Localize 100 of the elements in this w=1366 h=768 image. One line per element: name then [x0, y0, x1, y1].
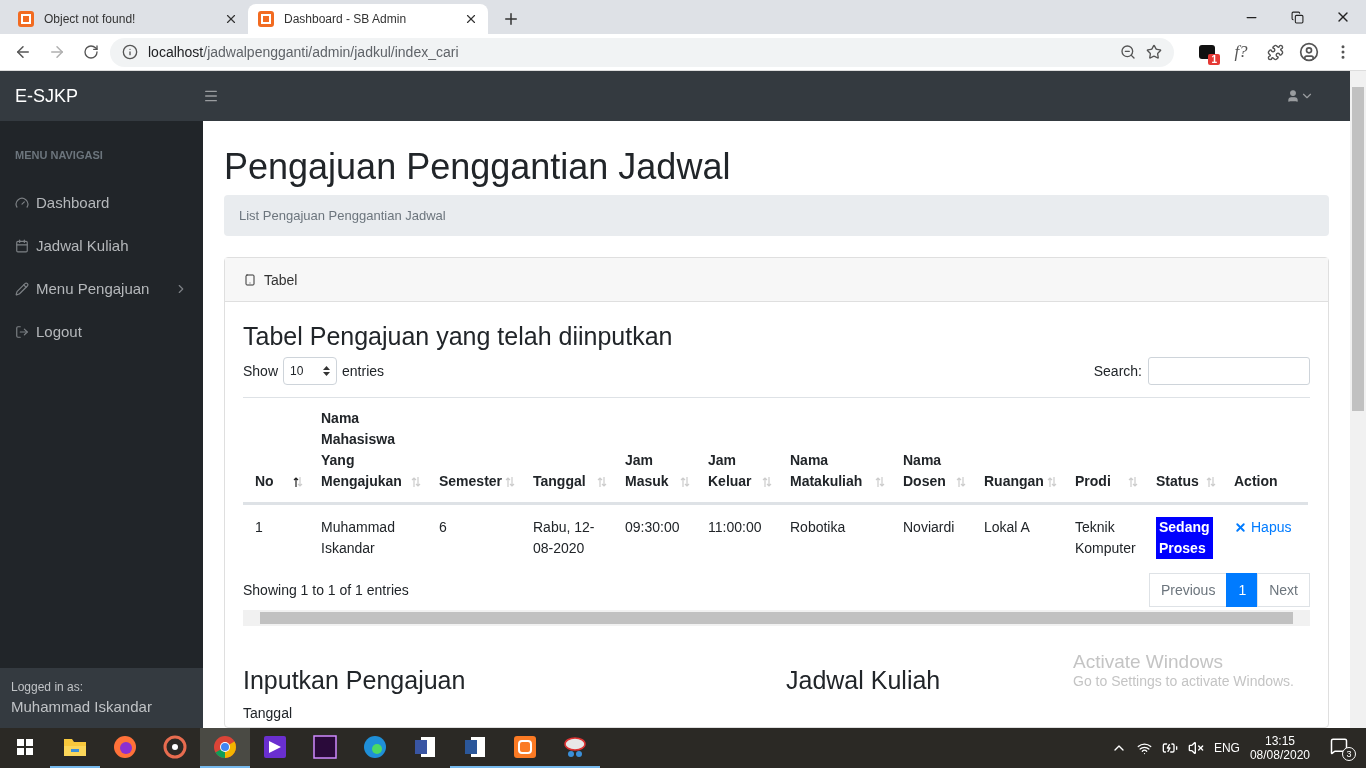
search-field[interactable]	[1148, 357, 1310, 385]
activation-title: Activate Windows	[1073, 651, 1224, 673]
column-header[interactable]: Ruangan	[972, 398, 1063, 504]
document-icon	[413, 735, 437, 759]
tablet-icon	[244, 273, 256, 286]
table-cell: 6	[427, 503, 521, 573]
column-header[interactable]: Semester	[427, 398, 521, 504]
calendar-icon	[15, 238, 29, 253]
app-icon	[263, 735, 287, 759]
app-icon	[313, 735, 337, 759]
user-name: Muhammad Iskandar	[11, 698, 153, 715]
vertical-scrollbar[interactable]	[1350, 71, 1366, 728]
page-button[interactable]: Previous	[1148, 573, 1228, 607]
sidebar-item[interactable]: Logout	[0, 310, 203, 353]
card-title: Tabel	[264, 271, 298, 288]
clock[interactable]: 13:15 08/08/2020	[1249, 734, 1310, 762]
browser-tab[interactable]: Object not found!	[8, 4, 248, 34]
sidebar-item[interactable]: Jadwal Kuliah	[0, 224, 203, 267]
table-cell: 09:30:00	[613, 503, 696, 573]
notification-button[interactable]: 3	[1330, 735, 1356, 761]
delete-link[interactable]: Hapus	[1234, 517, 1292, 538]
table-cell: Noviardi	[891, 503, 972, 573]
browser-icon	[113, 735, 137, 759]
user-menu[interactable]	[1286, 89, 1314, 103]
browser-icon	[363, 735, 387, 759]
column-header[interactable]: Nama Matakuliah	[778, 398, 891, 504]
table-cell: Teknik Komputer	[1063, 503, 1144, 573]
table-title: Tabel Pengajuan yang telah diinputkan	[243, 322, 674, 351]
field-label: Tanggal	[243, 705, 294, 721]
close-icon[interactable]	[224, 12, 238, 26]
scissors-icon	[563, 735, 587, 759]
language-indicator[interactable]: ENG	[1213, 741, 1240, 755]
restore-icon[interactable]	[1290, 10, 1304, 24]
close-icon[interactable]	[464, 12, 478, 26]
search-label: Search:	[1093, 363, 1142, 379]
column-header[interactable]: Jam Keluar	[696, 398, 778, 504]
star-icon[interactable]	[1146, 44, 1162, 60]
delete-icon	[1234, 521, 1247, 534]
extension-button[interactable]: 1	[1192, 39, 1222, 65]
sidebar-item[interactable]: Menu Pengajuan	[0, 267, 203, 310]
browser-icon	[213, 735, 237, 759]
column-header[interactable]: Nama Mahasiswa Yang Mengajukan	[309, 398, 427, 504]
section-title: Inputkan Pengajuan	[243, 666, 466, 695]
page-length-select[interactable]: 10	[283, 357, 338, 385]
page-title: Pengajuan Penggantian Jadwal	[224, 145, 732, 189]
column-header[interactable]: Status	[1144, 398, 1222, 504]
status-badge: Sedang Proses	[1156, 517, 1213, 559]
section-title: Jadwal Kuliah	[786, 666, 941, 695]
user-caption: Logged in as:	[11, 680, 85, 694]
page-button[interactable]: 1	[1226, 573, 1259, 607]
puzzle-icon[interactable]	[1266, 43, 1284, 61]
page-button[interactable]: Next	[1257, 573, 1310, 607]
column-header[interactable]: Nama Dosen	[891, 398, 972, 504]
column-header[interactable]: No	[243, 398, 309, 504]
table-cell: 11:00:00	[696, 503, 778, 573]
user-icon	[1286, 89, 1300, 103]
document-icon	[463, 735, 487, 759]
count-badge: 1	[1208, 54, 1220, 65]
mute-icon[interactable]	[1187, 740, 1204, 756]
table-cell: Lokal A	[972, 503, 1063, 573]
breadcrumb: List Pengajuan Penggantian Jadwal	[224, 195, 1329, 236]
windows-logo-icon	[17, 739, 33, 755]
table-cell: Muhammad Iskandar	[309, 503, 427, 573]
show-label: Show	[243, 363, 279, 379]
pencil-icon	[15, 281, 29, 296]
tab-title: Dashboard - SB Admin	[284, 12, 408, 26]
favicon-icon	[18, 11, 34, 27]
app-icon	[513, 735, 537, 759]
browser-tab[interactable]: Dashboard - SB Admin	[248, 4, 488, 34]
reload-icon[interactable]	[83, 44, 99, 60]
address-bar[interactable]: localhost/jadwalpengganti/admin/jadkul/index_cari	[110, 37, 1174, 67]
info-icon	[122, 44, 138, 60]
spinner-icon	[323, 366, 331, 376]
activation-text: Go to Settings to activate Windows.	[1073, 673, 1294, 689]
wifi-icon[interactable]	[1136, 740, 1152, 756]
new-tab-icon[interactable]	[502, 10, 520, 28]
gauge-icon	[15, 195, 29, 210]
table-cell: 1	[243, 503, 309, 573]
sidebar-heading: MENU NAVIGASI	[14, 148, 104, 163]
battery-icon[interactable]	[1161, 740, 1178, 756]
tab-title: Object not found!	[44, 12, 137, 26]
column-header[interactable]: Prodi	[1063, 398, 1144, 504]
brand-link[interactable]: E-SJKP	[0, 85, 203, 107]
favicon-icon	[258, 11, 274, 27]
logout-icon	[15, 324, 29, 339]
profile-icon[interactable]	[1299, 42, 1319, 62]
zoom-out-icon[interactable]	[1120, 44, 1136, 60]
table-info: Showing 1 to 1 of 1 entries	[243, 582, 409, 598]
back-icon[interactable]	[14, 43, 32, 61]
sidebar-item[interactable]: Dashboard	[0, 181, 203, 224]
folder-icon	[63, 737, 87, 757]
table-cell: Robotika	[778, 503, 891, 573]
horizontal-scrollbar[interactable]	[243, 610, 1310, 626]
column-header[interactable]: Jam Masuk	[613, 398, 696, 504]
entries-label: entries	[342, 363, 385, 379]
menu-icon[interactable]	[203, 88, 219, 104]
disc-icon	[163, 735, 187, 759]
extension-button[interactable]: f?	[1226, 39, 1256, 65]
column-header[interactable]: Tanggal	[521, 398, 613, 504]
table-cell: Rabu, 12-08-2020	[521, 503, 613, 573]
